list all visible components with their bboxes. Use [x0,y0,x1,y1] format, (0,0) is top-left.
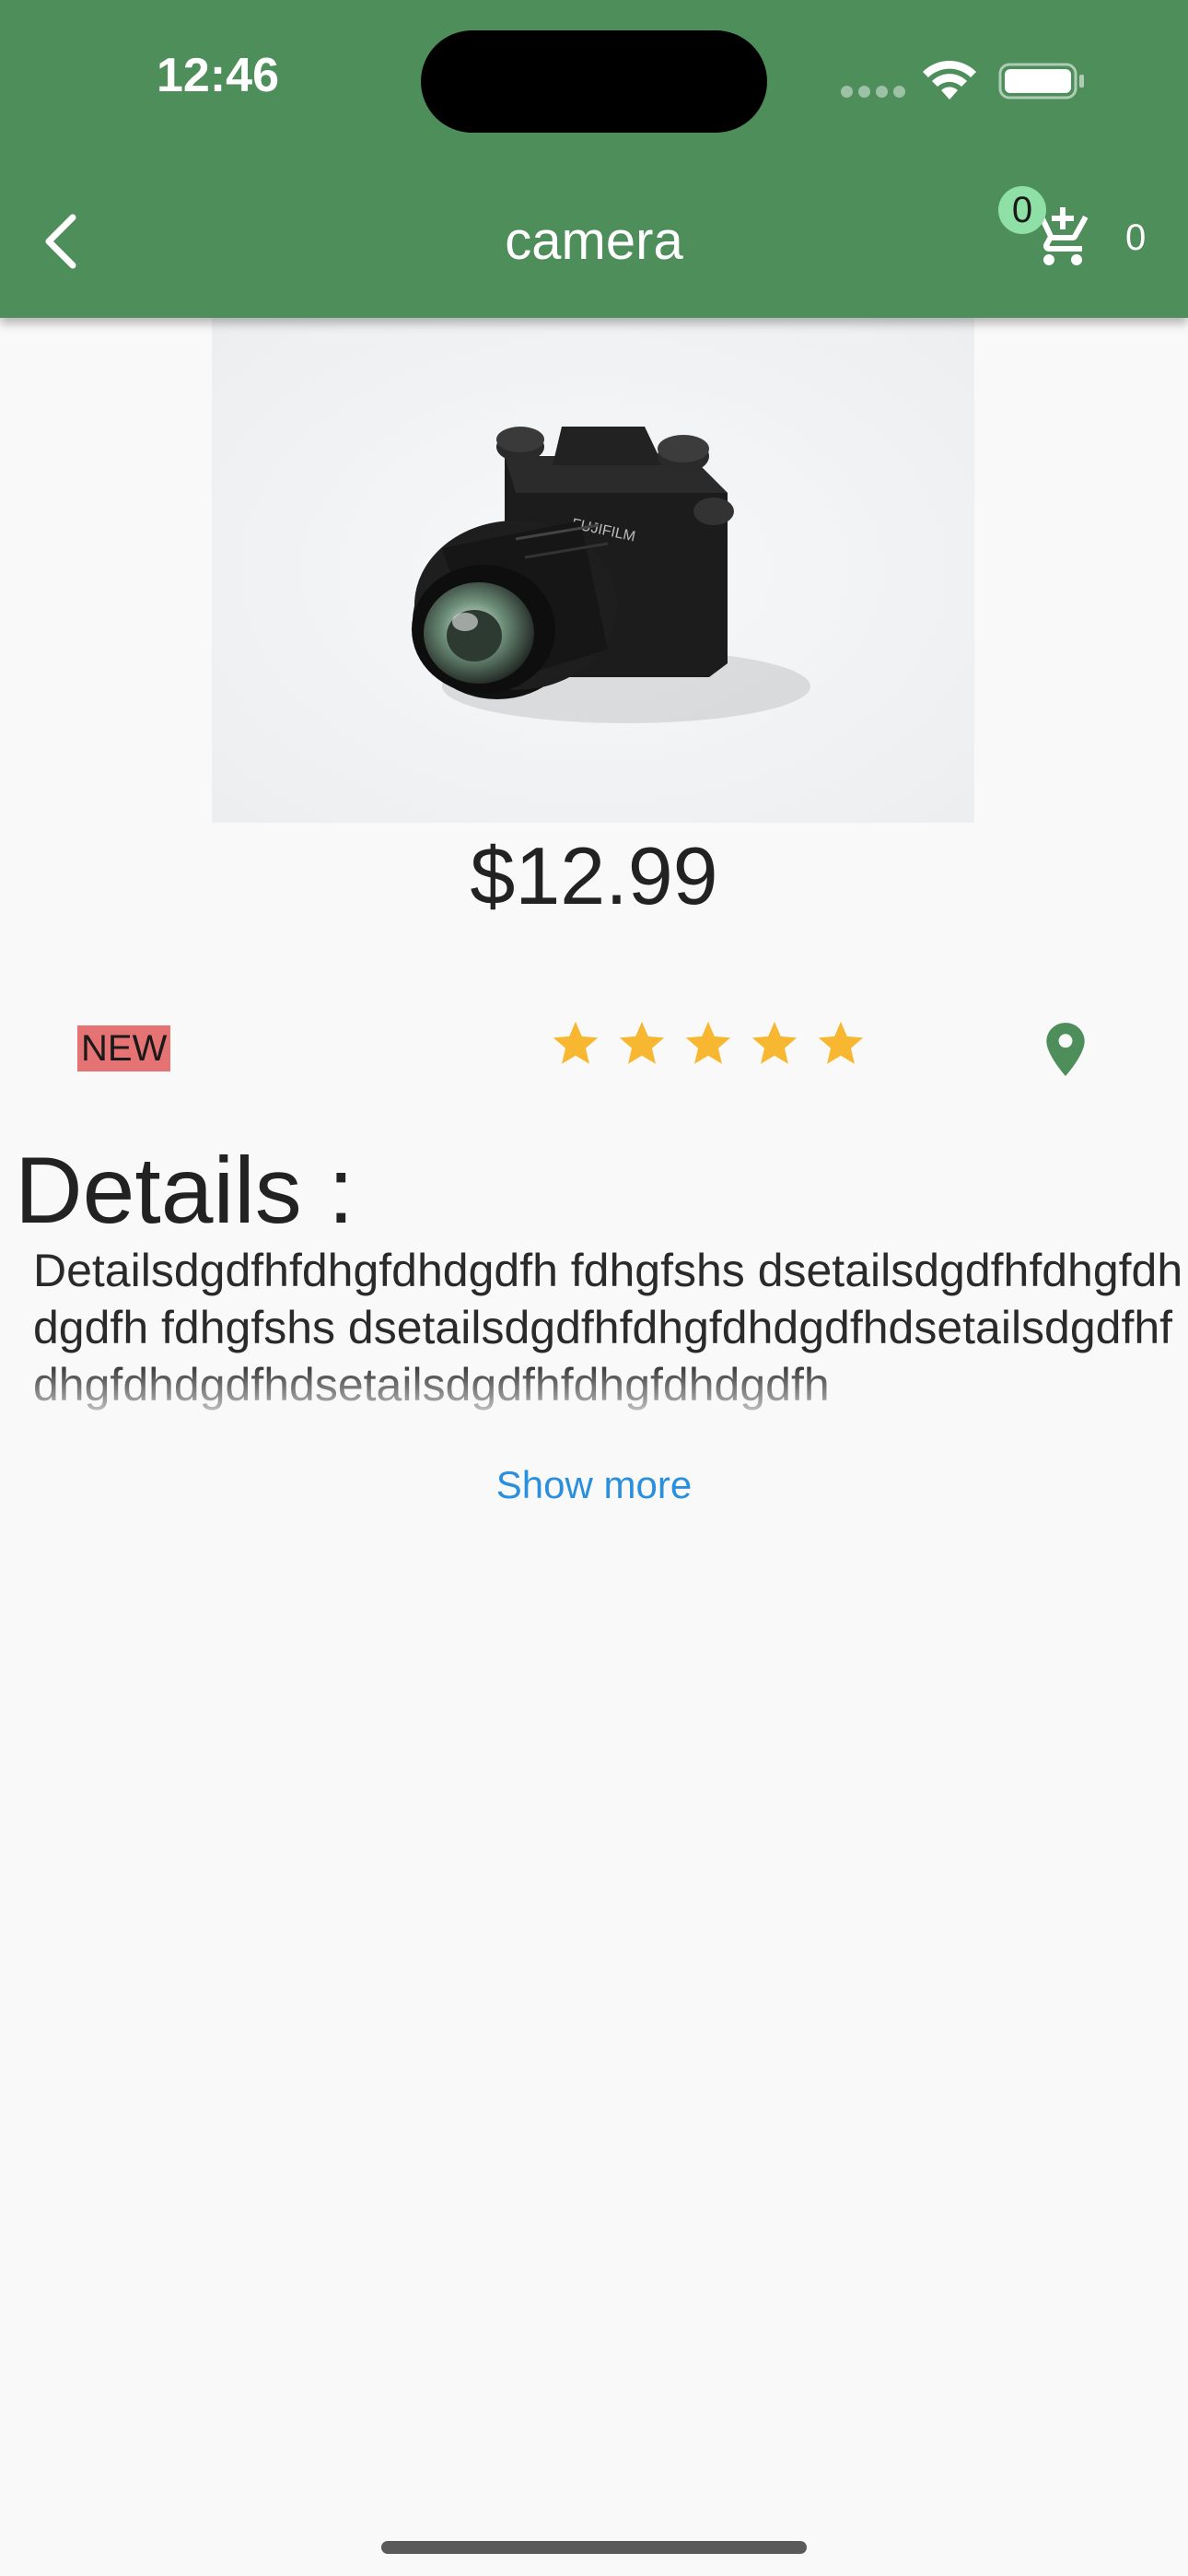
star-icon [553,1021,599,1064]
show-more-wrapper: Show more [0,1458,1188,1513]
details-text: Detailsdgdfhfdhgfdhdgdfh fdhgfshs dsetai… [33,1245,1183,1411]
cellular-signal-icon [841,86,905,98]
battery-icon [998,63,1084,100]
camera-photo-icon: FUJIFILM [212,318,974,823]
chevron-left-icon [45,214,76,269]
star-icon [685,1021,731,1064]
star-icon [751,1021,798,1064]
wifi-icon [923,61,976,100]
product-price: $12.99 [470,830,718,921]
star-icon [818,1021,864,1064]
location-pin-icon[interactable] [1042,1021,1089,1078]
cart-badge: 0 [998,186,1046,234]
cart-count: 0 [1125,217,1147,258]
home-indicator [381,2541,807,2554]
rating-stars [549,1017,868,1071]
product-image: FUJIFILM [212,318,974,823]
new-badge: NEW [77,1025,171,1071]
details-heading: Details : [15,1138,355,1243]
status-time: 12:46 [157,49,279,102]
star-icon [619,1021,665,1064]
app-bar: 12:46 camera 0 0 [0,0,1188,318]
product-screen: 12:46 camera 0 0 FUJIFILM $12.99 NEW Det… [0,0,1188,2576]
dynamic-island [421,30,767,133]
show-more-link[interactable]: Show more [496,1463,692,1506]
back-button[interactable] [28,205,92,278]
